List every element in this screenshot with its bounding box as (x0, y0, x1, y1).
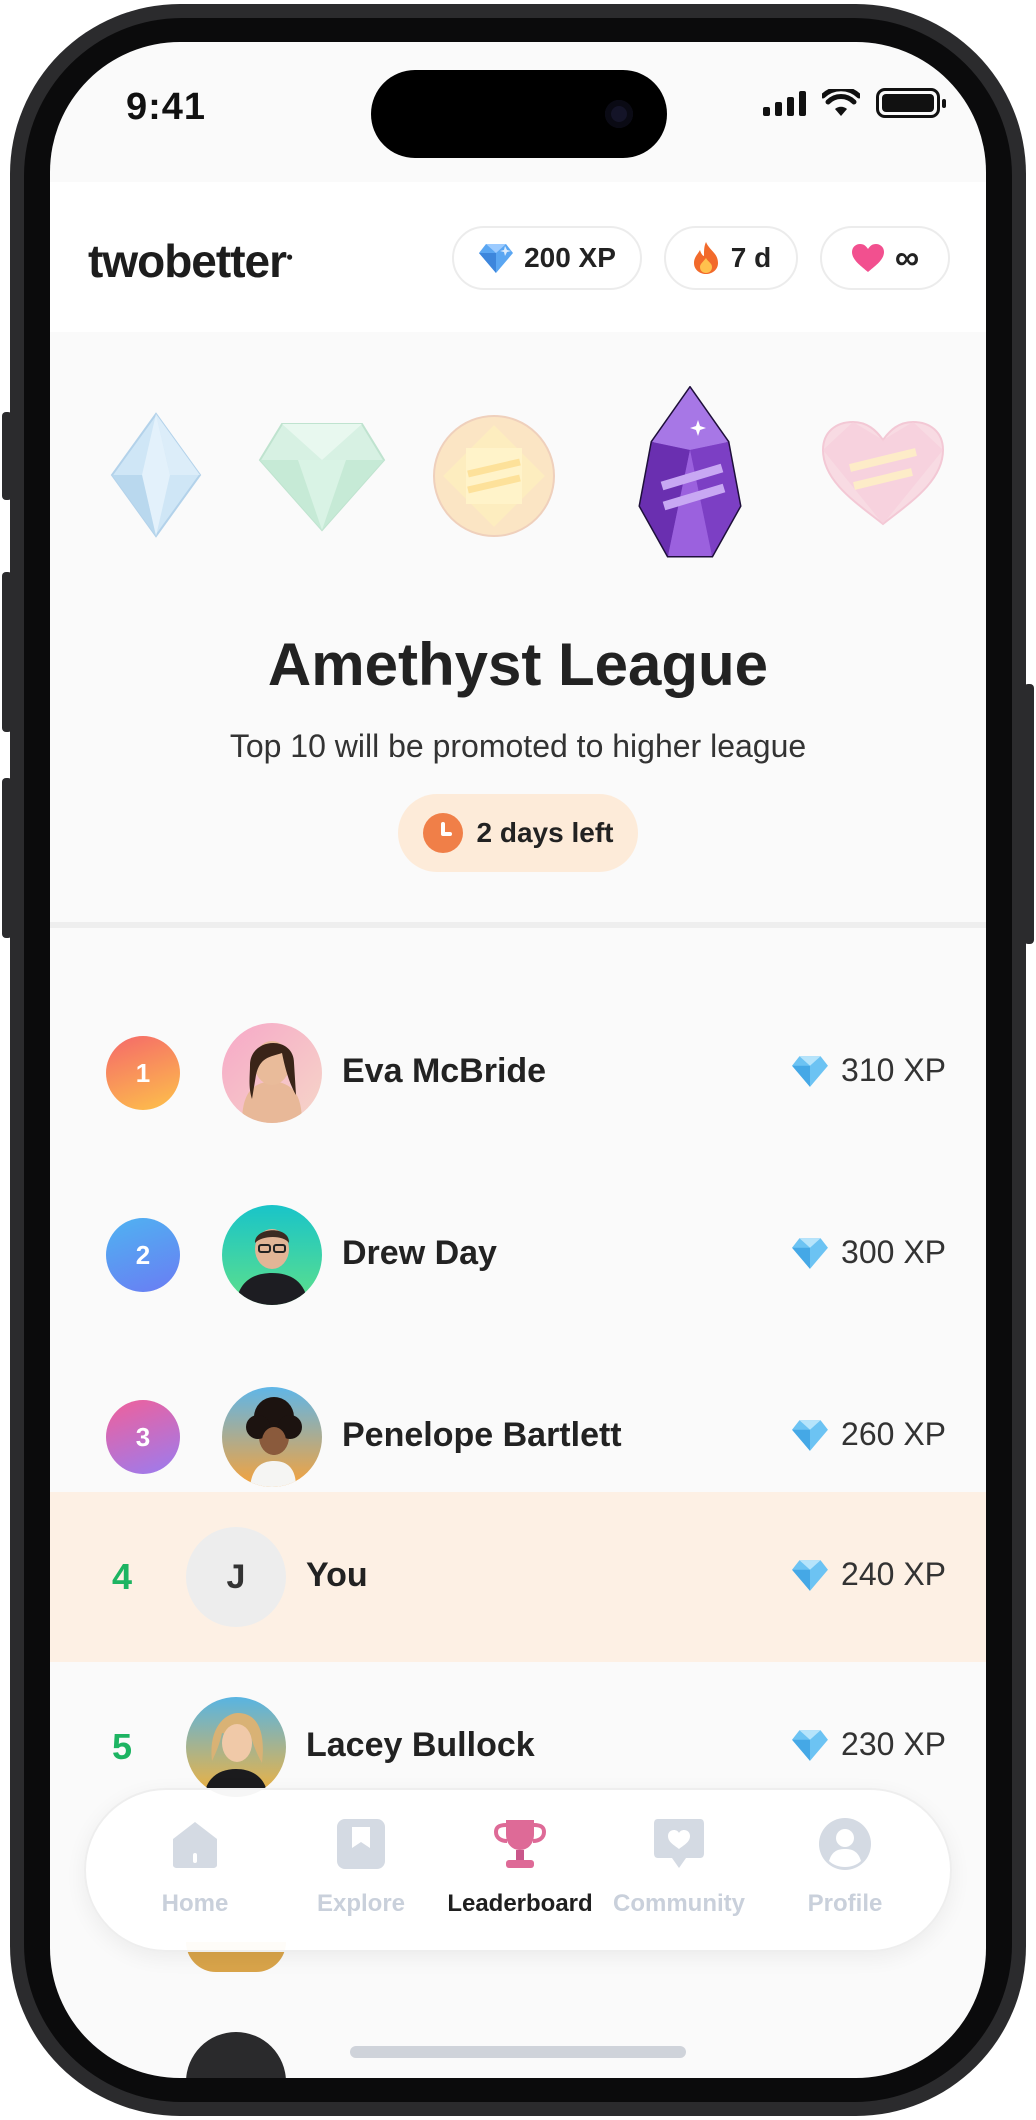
battery-icon (876, 88, 946, 118)
avatar (222, 1387, 322, 1487)
xp-pill-label: 200 XP (524, 242, 616, 273)
diamond-icon (792, 1729, 828, 1761)
leaderboard-row[interactable]: 2 Drew Day 300 XP (50, 1170, 986, 1340)
player-name: Drew Day (342, 1234, 497, 1272)
tab-explore[interactable]: Explore (286, 1814, 436, 1918)
player-name: Penelope Bartlett (342, 1416, 622, 1454)
player-xp-label: 230 XP (841, 1726, 946, 1762)
player-xp: 310 XP (791, 1052, 946, 1089)
player-name: Lacey Bullock (306, 1726, 535, 1764)
tab-community[interactable]: Community (604, 1814, 754, 1918)
player-xp-label: 260 XP (841, 1416, 946, 1452)
clock-icon (422, 813, 463, 853)
home-indicator[interactable] (350, 2046, 686, 2058)
app-logo: twobetter● (88, 235, 293, 287)
rank-badge: 1 (106, 1036, 180, 1110)
avatar (222, 1023, 322, 1123)
chat-heart-icon (654, 1819, 704, 1868)
tab-label: Leaderboard (447, 1890, 593, 1917)
avatar (186, 2032, 286, 2078)
player-name: You (306, 1556, 368, 1594)
emerald-gem-icon[interactable] (258, 422, 386, 532)
leaderboard-row-current-user[interactable]: 4 J You 240 XP (50, 1492, 986, 1662)
tab-label: Community (613, 1890, 745, 1917)
status-time: 9:41 (126, 86, 207, 128)
diamond-gem-icon[interactable] (110, 412, 202, 538)
rank-number: 5 (112, 1726, 133, 1767)
cellular-signal-icon (763, 90, 806, 116)
player-name: Eva McBride (342, 1052, 547, 1090)
player-xp-label: 310 XP (841, 1052, 946, 1088)
player-xp-label: 300 XP (841, 1234, 946, 1270)
player-xp: 240 XP (791, 1556, 946, 1593)
tab-profile[interactable]: Profile (770, 1814, 920, 1918)
action-button (2, 412, 12, 500)
status-icons (763, 88, 946, 118)
avatar (222, 1205, 322, 1305)
tab-label: Profile (807, 1890, 883, 1917)
wifi-icon (822, 89, 860, 116)
streak-pill-label: 7 d (730, 242, 772, 273)
user-icon (819, 1818, 871, 1870)
lives-pill-label: ∞ (894, 238, 920, 277)
xp-pill[interactable]: 200 XP (452, 226, 642, 290)
tab-leaderboard[interactable]: Leaderboard (445, 1814, 595, 1918)
power-button (1024, 684, 1034, 944)
trophy-icon (493, 1820, 547, 1868)
heart-gem-icon[interactable] (820, 420, 946, 528)
volume-down-button (2, 778, 12, 938)
rank-badge: 3 (106, 1400, 180, 1474)
league-title: Amethyst League (267, 631, 769, 698)
lives-pill[interactable]: ∞ (820, 226, 950, 290)
amethyst-gem-icon[interactable] (638, 386, 742, 562)
camera-icon (605, 100, 633, 128)
rank-number: 4 (112, 1556, 133, 1597)
player-xp-label: 240 XP (841, 1556, 946, 1592)
fire-icon (693, 242, 718, 274)
rank-badge: 2 (106, 1218, 180, 1292)
league-subtitle: Top 10 will be promoted to higher league (229, 728, 807, 764)
player-xp: 300 XP (791, 1234, 946, 1271)
heart-icon (851, 244, 884, 272)
home-icon (173, 1822, 217, 1868)
avatar-initial: J (186, 1527, 286, 1627)
player-xp: 260 XP (791, 1416, 946, 1453)
time-left-label: 2 days left (476, 817, 614, 848)
dynamic-island (371, 70, 667, 158)
app-header: twobetter● 200 XP 7 d ∞ (50, 182, 986, 332)
time-left-badge: 2 days left (398, 794, 638, 872)
league-section: Amethyst League Top 10 will be promoted … (50, 332, 986, 928)
diamond-icon (792, 1055, 828, 1087)
avatar (186, 1697, 286, 1797)
player-xp: 230 XP (791, 1726, 946, 1763)
diamond-icon (792, 1559, 828, 1591)
tab-label: Explore (316, 1890, 406, 1917)
diamond-icon (792, 1419, 828, 1451)
diamond-icon (479, 244, 514, 273)
volume-up-button (2, 572, 12, 732)
topaz-gem-icon[interactable] (432, 414, 556, 538)
bottom-tab-bar: Home Explore Leaderboard Community Profi… (84, 1788, 952, 1952)
diamond-icon (792, 1237, 828, 1269)
app-screen: 9:41 twobetter● 200 XP 7 d ∞ Amethyst Le… (50, 42, 986, 2078)
tab-home[interactable]: Home (120, 1814, 270, 1918)
leaderboard-row[interactable]: 1 Eva McBride 310 XP (50, 988, 986, 1158)
bookmark-icon (337, 1819, 385, 1869)
streak-pill[interactable]: 7 d (664, 226, 798, 290)
tab-label: Home (161, 1890, 229, 1917)
